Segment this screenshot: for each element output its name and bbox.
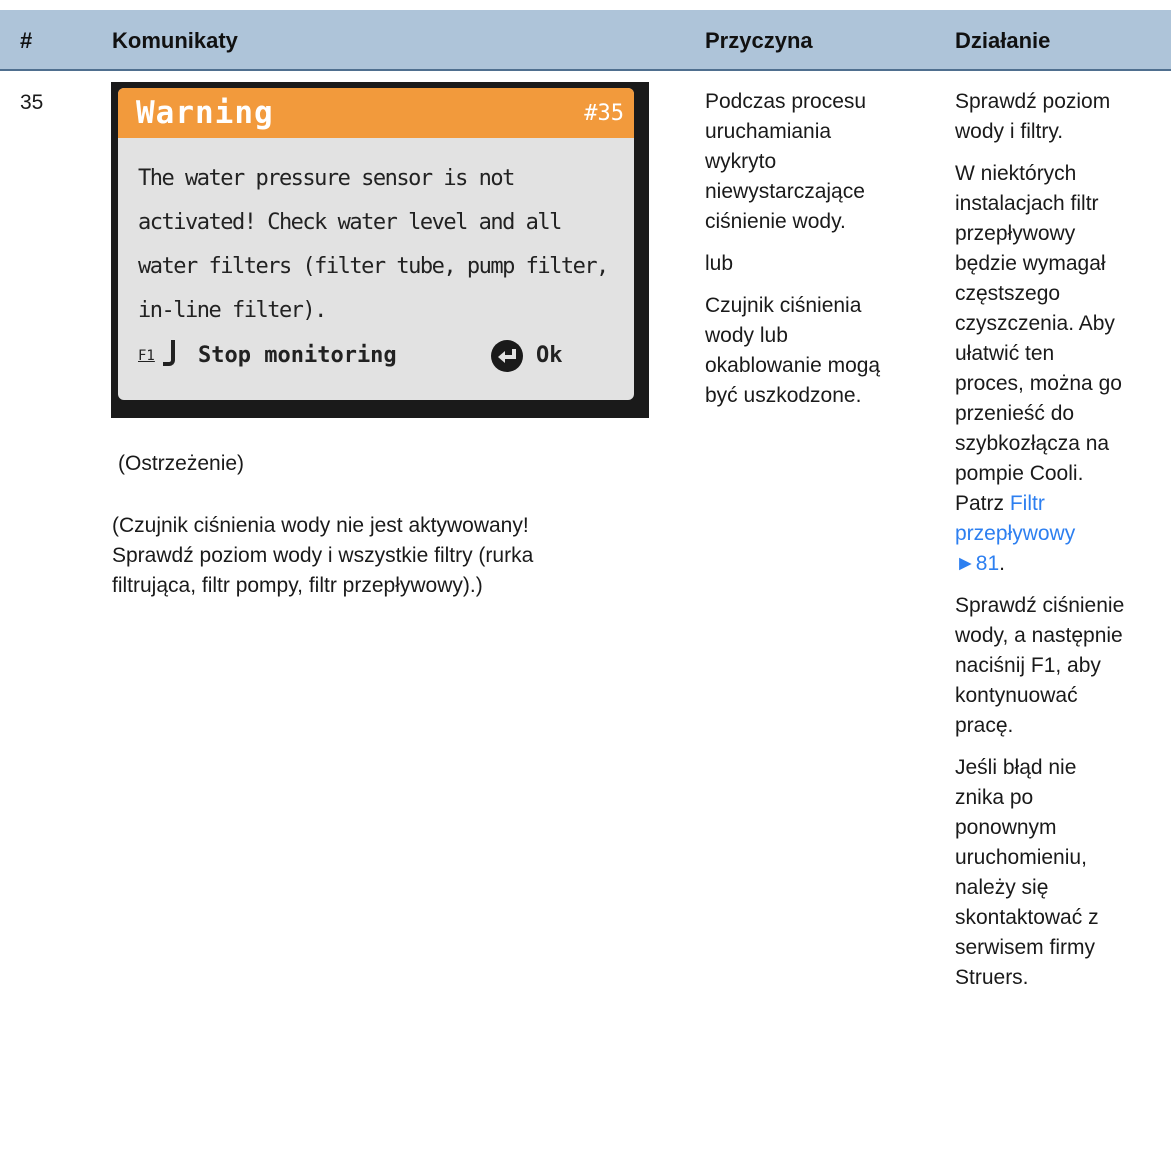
warning-line: water filters (filter tube, pump filter, — [138, 254, 609, 279]
cause-line: wody lub — [705, 324, 788, 347]
header-messages: Komunikaty — [112, 28, 238, 53]
action-line: proces, można go — [955, 372, 1122, 395]
action-line: W niektórych — [955, 162, 1077, 185]
action-line: znika po — [955, 786, 1034, 809]
action-line: szybkozłącza na — [955, 432, 1110, 455]
action-line: uruchomieniu, — [955, 846, 1087, 869]
warning-screen-image: Warning #35 The water pressure sensor is… — [111, 82, 649, 418]
translation-line: filtrująca, filtr pompy, filtr przepływo… — [112, 574, 483, 597]
f1-bracket-icon — [163, 340, 175, 366]
link-end: . — [999, 552, 1005, 575]
action-line: Sprawdź ciśnienie — [955, 594, 1125, 617]
warning-title: Warning — [136, 95, 274, 131]
header-action: Działanie — [955, 28, 1051, 53]
action-line: należy się — [955, 876, 1049, 899]
warning-line: The water pressure sensor is not — [138, 166, 515, 191]
warning-line: activated! Check water level and all — [138, 210, 562, 235]
translation-line: Sprawdź poziom wody i wszystkie filtry (… — [112, 544, 534, 567]
action-see-line: Patrz Filtr — [955, 489, 1124, 519]
action-line: serwisem firmy — [955, 936, 1095, 959]
action-line: skontaktować z — [955, 906, 1099, 929]
translation-line: (Czujnik ciśnienia wody nie jest aktywow… — [112, 514, 529, 537]
action-line: Jeśli błąd nie — [955, 756, 1077, 779]
cause-line: uruchamiania — [705, 120, 832, 143]
stop-monitoring-label: Stop monitoring — [198, 343, 397, 368]
action-line: wody, a następnie — [955, 624, 1123, 647]
action-line: czyszczenia. Aby — [955, 312, 1115, 335]
screen-caption: (Ostrzeżenie) — [118, 452, 245, 475]
row-number: 35 — [20, 91, 44, 114]
action-line: Struers. — [955, 966, 1029, 989]
action-line: naciśnij F1, aby — [955, 654, 1101, 677]
action-line: częstszego — [955, 282, 1061, 305]
action-line: kontynuować — [955, 684, 1078, 707]
warning-code: #35 — [584, 101, 624, 126]
cause-line: niewystarczające — [705, 180, 865, 203]
action-line: pompie Cooli. — [955, 462, 1084, 485]
header-number: # — [20, 28, 33, 53]
filter-link[interactable]: Filtr — [1010, 492, 1045, 515]
action-line: pracę. — [955, 714, 1014, 737]
filter-link-cont[interactable]: przepływowy — [955, 519, 1124, 549]
action-line: przepływowy — [955, 222, 1076, 245]
cause-line: ciśnienie wody. — [705, 210, 846, 233]
table-header: # Komunikaty Przyczyna Działanie — [0, 10, 1171, 71]
cause-line: Czujnik ciśnienia — [705, 294, 862, 317]
cause-line: Podczas procesu — [705, 90, 867, 113]
translation-text: (Czujnik ciśnienia wody nie jest aktywow… — [112, 511, 533, 601]
ok-label: Ok — [536, 343, 563, 368]
action-line: będzie wymagał — [955, 252, 1106, 275]
action-line: ułatwić ten — [955, 342, 1055, 365]
cause-line: być uszkodzone. — [705, 384, 862, 407]
warning-line: in-line filter). — [138, 298, 327, 323]
action-column: Sprawdź poziom wody i filtry. W niektóry… — [955, 87, 1124, 993]
enter-arrow-icon — [491, 340, 523, 372]
action-line: ponownym — [955, 816, 1057, 839]
see-prefix: Patrz — [955, 492, 1005, 515]
warning-title-bar: Warning #35 — [118, 88, 634, 138]
cause-line: okablowanie mogą — [705, 354, 881, 377]
action-line: instalacjach filtr — [955, 192, 1099, 215]
action-line: przenieść do — [955, 402, 1075, 425]
cause-or: lub — [705, 252, 734, 275]
action-line: wody i filtry. — [955, 120, 1064, 143]
cause-line: wykryto — [705, 150, 777, 173]
page-ref-link[interactable]: ►81 — [955, 552, 999, 575]
warning-panel: Warning #35 The water pressure sensor is… — [118, 88, 634, 400]
header-cause: Przyczyna — [705, 28, 813, 53]
f1-key-label: F1 — [138, 348, 155, 364]
cause-column: Podczas procesu uruchamiania wykryto nie… — [705, 87, 880, 411]
page-ref-line: ►81. — [955, 549, 1124, 579]
action-line: Sprawdź poziom — [955, 90, 1111, 113]
